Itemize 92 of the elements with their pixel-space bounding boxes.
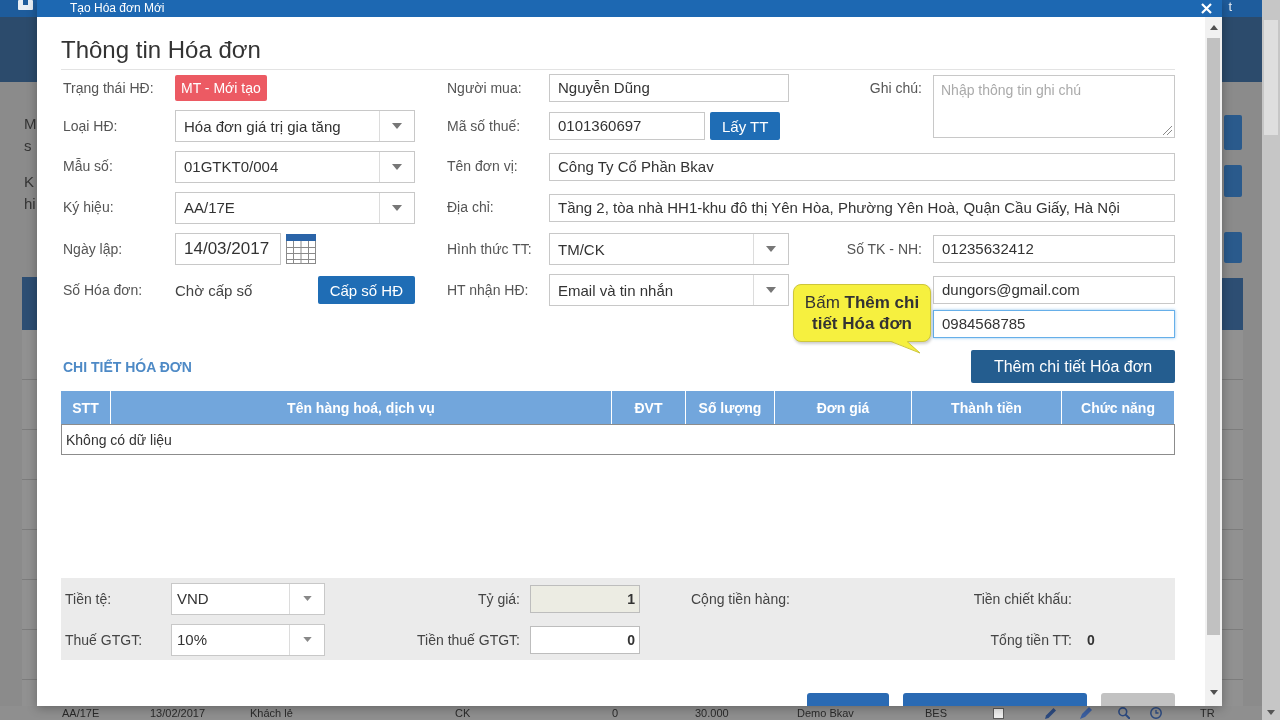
scroll-down-icon[interactable]: [1267, 710, 1275, 715]
lookup-button[interactable]: Lấy TT: [710, 112, 781, 140]
column-header: Thành tiền: [912, 391, 1062, 424]
select-field[interactable]: 01GTKT0/004: [175, 150, 415, 183]
field-label: Mẫu số:: [63, 158, 113, 175]
calendar-icon[interactable]: [286, 234, 316, 264]
table-cell: AA/17E: [62, 707, 100, 719]
caret-icon: [766, 246, 776, 252]
field-label: Địa chỉ:: [447, 199, 494, 216]
table-cell: 13/02/2017: [150, 707, 206, 719]
field-label: Số TK - NH:: [846, 240, 922, 258]
header-text: t: [1228, 0, 1232, 13]
empty-message: Không có dữ liệu: [66, 431, 172, 448]
table-header-block: [1222, 278, 1243, 330]
field-label: Ghi chú:: [869, 80, 922, 97]
table-cell: TR: [1200, 706, 1215, 720]
close-icon[interactable]: [1201, 3, 1212, 14]
page-text: s: [24, 136, 32, 156]
amount-field[interactable]: 1: [530, 584, 640, 613]
status-badge: MT - Mới tạo: [175, 75, 267, 101]
table-cell: Khách lẻ: [250, 707, 293, 719]
field-value: Chờ cấp số: [175, 281, 253, 299]
caret-icon: [392, 123, 402, 129]
field-label: Thuế GTGT:: [65, 631, 143, 648]
field-label: Ký hiệu:: [63, 199, 114, 216]
search-icon[interactable]: [1118, 707, 1130, 719]
field-label: Tổng tiền TT:: [990, 631, 1072, 648]
field-label: HT nhận HĐ:: [447, 281, 529, 299]
add-detail-button[interactable]: Thêm chi tiết Hóa đơn: [971, 350, 1175, 383]
caret-icon: [766, 287, 776, 293]
field-label: Hình thức TT:: [447, 240, 532, 258]
field-label: Cộng tiền hàng:: [691, 590, 790, 607]
select-field[interactable]: TM/CK: [549, 233, 789, 265]
scroll-up-icon[interactable]: [1209, 25, 1218, 30]
field-label: Tiền tệ:: [65, 590, 112, 607]
field-label: Loại HĐ:: [63, 117, 118, 135]
section-title: CHI TIẾT HÓA ĐƠN: [62, 358, 192, 375]
select-field[interactable]: 10%: [171, 623, 325, 656]
table-header-block: [22, 277, 37, 330]
field-label: Tiền chiết khấu:: [973, 590, 1072, 607]
field-label: Tỷ giá:: [478, 590, 520, 607]
column-header: Đơn giá: [775, 391, 912, 424]
table-cell: Demo Bkav: [797, 707, 854, 719]
page-text: K: [24, 172, 34, 192]
amount-field[interactable]: 0: [530, 625, 640, 654]
caret-icon: [392, 163, 402, 170]
caret-icon: [302, 596, 312, 601]
text-field[interactable]: Tầng 2, tòa nhà HH1-khu đô thị Yên Hòa, Phường Yên Hoà, Quận Cầu Giấy, Hà Nội: [549, 193, 1175, 222]
scroll-down-icon[interactable]: [1209, 690, 1218, 695]
caret-icon: [302, 637, 312, 642]
column-header: Số lượng: [686, 391, 775, 424]
dialog-title: Tạo Hóa đơn Mới: [70, 1, 165, 16]
caret-icon: [392, 204, 402, 211]
scrollbar[interactable]: [1262, 0, 1280, 720]
page-text: hi: [24, 194, 36, 214]
table-cell: 0: [612, 707, 619, 719]
select-field[interactable]: Hóa đơn giá trị gia tăng: [175, 110, 415, 142]
checkbox[interactable]: [993, 707, 1004, 719]
scrollbar-thumb[interactable]: [1264, 20, 1278, 135]
field-label: Ngày lập:: [63, 240, 123, 258]
issue-number-button[interactable]: Cấp số HĐ: [317, 276, 415, 304]
dialog-heading: Thông tin Hóa đơn: [61, 36, 261, 63]
date-field[interactable]: 14/03/2017: [175, 233, 281, 265]
column-header: Tên hàng hoá, dịch vụ: [111, 391, 612, 424]
column-header: Chức năng: [1062, 391, 1175, 424]
text-field[interactable]: 0101360697: [549, 112, 705, 140]
select-field[interactable]: Email và tin nhắn: [549, 274, 789, 306]
column-header: ĐVT: [612, 391, 686, 424]
select-field[interactable]: VND: [171, 582, 325, 615]
field-label: Mã số thuế:: [447, 117, 521, 135]
text-field[interactable]: Công Ty Cổ Phần Bkav: [549, 152, 1175, 181]
tooltip-pointer: [891, 341, 921, 354]
text-field[interactable]: Nguyễn Dũng: [549, 74, 789, 102]
resize-grip-icon[interactable]: [1163, 126, 1172, 135]
table-cell: BES: [925, 707, 947, 719]
text-field[interactable]: 01235632412: [933, 235, 1175, 263]
text-field[interactable]: 0984568785: [933, 310, 1175, 338]
field-label: Trạng thái HĐ:: [63, 79, 154, 97]
total-value: 0: [1087, 631, 1095, 648]
scrollbar[interactable]: [1205, 17, 1222, 706]
table-cell: CK: [455, 707, 471, 719]
field-label: Tên đơn vị:: [447, 158, 518, 175]
column-header: STT: [61, 391, 111, 424]
field-label: Tiền thuế GTGT:: [417, 631, 520, 648]
select-field[interactable]: AA/17E: [175, 191, 415, 224]
field-label: Số Hóa đơn:: [63, 281, 143, 299]
page-text: M: [24, 114, 37, 134]
clock-icon[interactable]: [1150, 707, 1162, 719]
table-cell: 30.000: [695, 707, 729, 719]
text-field[interactable]: dungors@gmail.com: [933, 276, 1175, 304]
field-label: Người mua:: [447, 79, 522, 97]
scrollbar-thumb[interactable]: [1207, 38, 1220, 635]
